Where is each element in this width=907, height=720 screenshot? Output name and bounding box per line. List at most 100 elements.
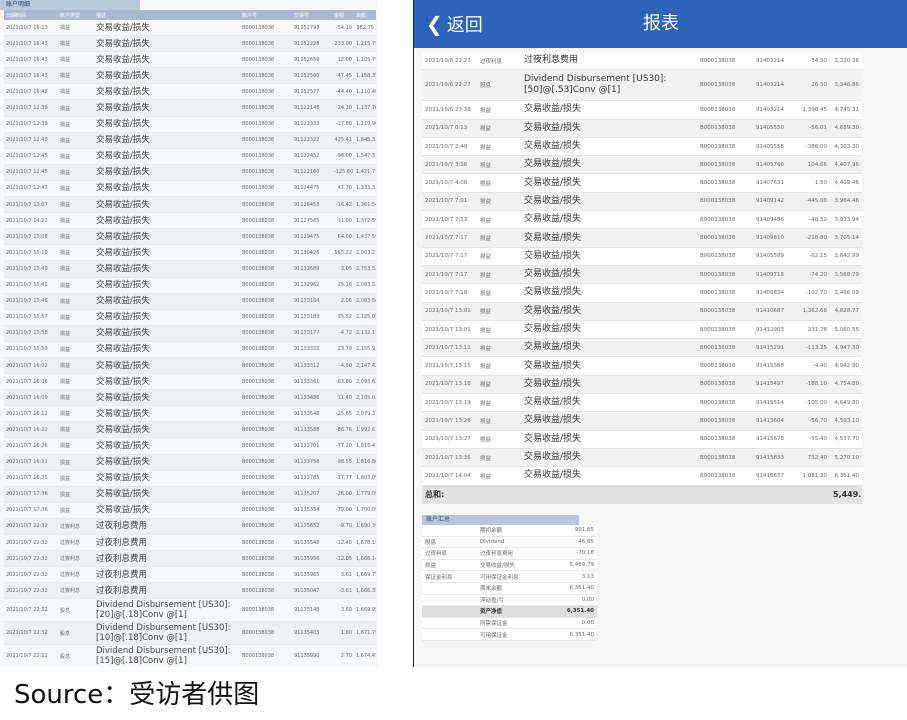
cell-date: 2021/10/7 17:36 — [4, 486, 58, 503]
cell-balance: 982.75 — [354, 20, 376, 37]
cell-balance: 4,745.31 — [830, 100, 862, 120]
cell-amount: -79.00 — [332, 502, 354, 519]
cell-id: 91132689 — [292, 260, 332, 278]
cell-desc: 交易收益/损失 — [94, 67, 240, 85]
table-row: 2021/10/6 22:27 过夜利息 过夜利息费用 B000138038 91403… — [422, 52, 862, 71]
cell-balance: 1,372.59 — [354, 212, 376, 230]
cell-acct: B000138038 — [240, 309, 292, 326]
cell-acct: B000138038 — [240, 421, 292, 439]
cell-id: 91133548 — [292, 405, 332, 423]
cell-type: 损益 — [58, 164, 94, 181]
summary-row: 保证金利息 可用保证金利息 3.13 — [422, 570, 597, 583]
cell-balance: 4,754.80 — [830, 375, 862, 395]
table-row: 2021/10/7 16:43 损益 交易收益/损失 B000138038 911526… — [4, 51, 376, 69]
cell-balance: 5,060.55 — [830, 320, 862, 340]
cell-type: 损益 — [58, 20, 94, 37]
cell-id: 91403214 — [753, 69, 798, 102]
cell-amount: -40.52 — [798, 210, 830, 230]
cell-desc: 交易收益/损失 — [521, 228, 697, 248]
cell-balance: 1,992.61 — [354, 421, 376, 439]
cell-id: 91405599 — [753, 247, 798, 266]
table-row: 2021/10/7 7:18 损益 交易收益/损失 B000138038 9140983… — [422, 283, 862, 303]
cell-date: 2021/10/7 16:42 — [4, 83, 58, 101]
cell-id: 91415833 — [753, 448, 798, 468]
table-row: 2021/10/6 23:38 损益 交易收益/损失 B000138038 914032… — [422, 100, 862, 120]
account-detail-table: 日期时间 账户类型 描述 账户号 交易号 金额 余额 2021/10/7 16:13 损益 交易… — [4, 10, 376, 667]
account-summary-tab[interactable]: 账户汇总 — [422, 515, 579, 525]
cell-acct: B000138038 — [240, 373, 292, 391]
cell-type: 股息 — [477, 69, 521, 102]
cell-balance: 3,466.09 — [830, 283, 862, 303]
cell-date: 2021/10/7 15:41 — [4, 277, 58, 294]
cell-amount: 231.78 — [798, 320, 830, 340]
source-caption: Source：受访者供图 — [14, 680, 260, 710]
cell-desc: 过夜利息费用 — [94, 518, 240, 536]
table-row: 2021/10/7 13:36 损益 交易收益/损失 B000138038 914158… — [422, 448, 862, 468]
cell-desc: 过夜利息费用 — [94, 534, 240, 552]
table-row: 2021/10/7 15:41 损益 交易收益/损失 B000138038 911329… — [4, 277, 376, 294]
cell-desc: 交易收益/损失 — [94, 212, 240, 230]
table-row: 2021/10/7 16:09 损益 交易收益/损失 B000138038 911334… — [4, 389, 376, 407]
cell-amount: -98.55 — [332, 454, 354, 471]
cell-date: 2021/10/7 15:58 — [4, 325, 58, 342]
cell-desc: 过夜利息费用 — [94, 550, 240, 568]
summary-row: 期初余额 901.85 — [422, 525, 597, 537]
cell-type: 损益 — [58, 325, 94, 342]
cell-id: 91135148 — [292, 598, 332, 623]
cell-id: 91135403 — [292, 621, 332, 646]
cell-acct: B000138038 — [697, 265, 753, 285]
cell-desc: 交易收益/损失 — [521, 210, 697, 230]
cell-id: 91152659 — [292, 51, 332, 69]
cell-amount: -56.70 — [798, 411, 830, 431]
cell-balance: 3,705.14 — [830, 228, 862, 248]
cell-date: 2021/10/7 16:02 — [4, 357, 58, 375]
cell-balance: 6,351.40 — [830, 466, 862, 486]
summary-cat — [422, 525, 477, 537]
cell-date: 2021/10/7 14:22 — [4, 212, 58, 230]
cell-amount: 3.61 — [332, 566, 354, 584]
cell-balance: 1,215.75 — [354, 35, 376, 53]
summary-value: -70.18 — [543, 547, 597, 560]
cell-acct: B000138038 — [697, 283, 753, 303]
cell-desc: Dividend Disbursement [US30]: [15]@[.18]… — [94, 644, 240, 667]
cell-desc: 交易收益/损失 — [521, 119, 697, 138]
summary-value: 46.65 — [543, 536, 597, 549]
cell-acct: B000138038 — [697, 338, 753, 358]
cell-acct: B000138038 — [697, 155, 753, 175]
cell-date: 2021/10/7 15:57 — [4, 309, 58, 326]
cell-desc: 交易收益/损失 — [94, 357, 240, 375]
cell-acct: B000138038 — [240, 244, 292, 262]
account-detail-tab[interactable]: 账户明细 — [0, 0, 140, 10]
cell-balance: 1,669.95 — [354, 598, 376, 623]
cell-amount: -188.10 — [798, 375, 830, 395]
cell-id: 91126453 — [292, 196, 332, 214]
summary-row: 期末余额 6,351.40 — [422, 582, 597, 595]
cell-id: 91415497 — [753, 375, 798, 395]
cell-balance: 1,333.31 — [354, 180, 376, 198]
cell-acct: B000138038 — [240, 132, 292, 149]
cell-desc: 交易收益/损失 — [94, 116, 240, 133]
cell-id: 91409810 — [753, 228, 798, 248]
cell-desc: 交易收益/损失 — [521, 173, 697, 193]
cell-balance: 2,083.53 — [354, 277, 376, 294]
cell-type: 损益 — [58, 421, 94, 439]
cell-date: 2021/10/6 22:27 — [422, 69, 477, 102]
table-row: 2021/10/7 13:11 损益 交易收益/损失 B000138038 914152… — [422, 338, 862, 358]
cell-type: 损益 — [58, 309, 94, 326]
table-row: 2021/10/7 16:13 损益 交易收益/损失 B000138038 911527… — [4, 20, 376, 37]
cell-amount: 11.00 — [332, 212, 354, 230]
cell-date: 2021/10/7 17:36 — [4, 502, 58, 519]
summary-cat — [422, 617, 477, 630]
cell-type: 损益 — [58, 51, 94, 69]
cell-balance: 1,700.09 — [354, 502, 376, 519]
cell-type: 损益 — [58, 502, 94, 519]
cell-type: 过夜利息 — [58, 518, 94, 536]
summary-label: 浮动盈/亏 — [477, 594, 543, 607]
cell-acct: B000138038 — [240, 180, 292, 198]
account-detail-panel: 账户明细 日期时间 账户类型 描述 账户号 交易号 金额 余额 2021/10/7 16:1… — [0, 0, 378, 667]
cell-acct: B000138038 — [240, 644, 292, 667]
cell-id: 91403214 — [753, 52, 798, 71]
cell-acct: B000138038 — [697, 375, 753, 395]
cell-type: 损益 — [58, 148, 94, 165]
cell-date: 2021/10/7 13:07 — [4, 196, 58, 214]
